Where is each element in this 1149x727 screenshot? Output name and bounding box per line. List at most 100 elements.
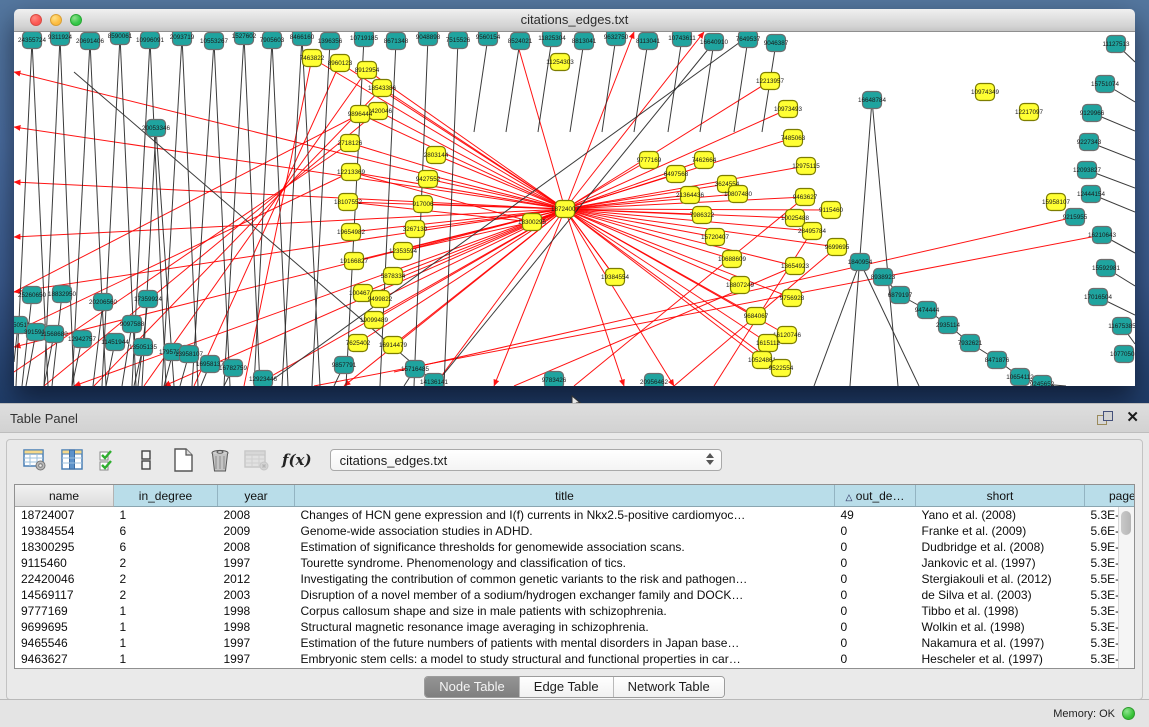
graph-edge[interactable]	[814, 262, 860, 386]
table-cell[interactable]: 2008	[218, 539, 295, 555]
graph-node[interactable]: 2718126	[338, 135, 363, 152]
graph-node[interactable]: 8471876	[985, 352, 1010, 369]
graph-edge[interactable]	[272, 40, 288, 386]
column-header-pagerank[interactable]: pagerank	[1085, 485, 1136, 507]
table-cell[interactable]: 1997	[218, 635, 295, 651]
table-cell[interactable]: Wolkin et al. (1998)	[916, 619, 1085, 635]
delete-table-icon[interactable]	[243, 446, 271, 474]
graph-node[interactable]: 8524021	[508, 33, 533, 50]
table-row[interactable]: 911546021997Tourette syndrome. Phenomeno…	[15, 555, 1135, 571]
table-cell[interactable]: 49	[835, 507, 916, 524]
graph-edge[interactable]	[224, 36, 244, 386]
graph-node[interactable]: 1527602	[232, 32, 257, 45]
graph-node[interactable]: 3267130	[403, 221, 428, 238]
table-cell[interactable]: 2003	[218, 587, 295, 603]
table-cell[interactable]: 1	[114, 619, 218, 635]
table-cell[interactable]: 1998	[218, 619, 295, 635]
table-cell[interactable]: 0	[835, 651, 916, 667]
graph-node[interactable]: 7986322	[690, 207, 715, 224]
tab-edge-table[interactable]: Edge Table	[520, 677, 614, 697]
table-cell[interactable]: 0	[835, 619, 916, 635]
graph-node[interactable]: 9245652	[1030, 376, 1055, 387]
graph-node[interactable]: 8813041	[572, 33, 597, 50]
table-cell[interactable]: Yano et al. (2008)	[916, 507, 1085, 524]
graph-node[interactable]: 7462664	[692, 152, 717, 169]
tab-node-table[interactable]: Node Table	[425, 677, 520, 697]
graph-node[interactable]: 917006	[412, 196, 434, 213]
table-cell[interactable]: 0	[835, 523, 916, 539]
graph-node[interactable]: 9115460	[819, 202, 844, 219]
graph-node[interactable]: 9215955	[1063, 209, 1088, 226]
table-cell[interactable]: 9463627	[15, 651, 114, 667]
graph-node[interactable]: 7463822	[300, 50, 325, 67]
graph-node[interactable]: 19384554	[601, 269, 630, 286]
rows-icon[interactable]	[132, 446, 160, 474]
graph-edge[interactable]	[244, 36, 260, 386]
table-cell[interactable]: 18300295	[15, 539, 114, 555]
graph-node[interactable]: 8671348	[384, 33, 409, 50]
graph-node[interactable]: 16640910	[700, 34, 729, 51]
graph-node[interactable]: 24355724	[18, 32, 47, 49]
table-cell[interactable]: 2008	[218, 507, 295, 524]
graph-node[interactable]: 10743611	[668, 32, 696, 47]
float-panel-icon[interactable]	[1097, 411, 1112, 425]
table-cell[interactable]: 0	[835, 539, 916, 555]
tab-network-table[interactable]: Network Table	[614, 677, 724, 697]
graph-node[interactable]: 17359924	[134, 291, 163, 308]
graph-node[interactable]: 7649537	[736, 32, 761, 48]
graph-node[interactable]: 12213369	[337, 164, 366, 181]
table-cell[interactable]: 0	[835, 555, 916, 571]
graph-node[interactable]: 7932621	[958, 335, 983, 352]
graph-edge[interactable]	[570, 41, 584, 132]
graph-node[interactable]: 1615112	[756, 335, 781, 352]
table-cell[interactable]: Tibbo et al. (1998)	[916, 603, 1085, 619]
table-cell[interactable]: 9777169	[15, 603, 114, 619]
graph-node[interactable]: 9684067	[744, 308, 769, 325]
graph-node[interactable]: 11568689	[40, 326, 68, 343]
graph-node[interactable]: 11825304	[538, 32, 566, 47]
graph-node[interactable]: 7485063	[781, 130, 806, 147]
graph-edge[interactable]	[872, 100, 898, 386]
graph-node[interactable]: 9048898	[416, 32, 441, 46]
table-cell[interactable]: 18724007	[15, 507, 114, 524]
graph-node[interactable]: 5878334	[381, 268, 406, 285]
graph-node[interactable]: 2803144	[424, 147, 449, 164]
graph-node[interactable]: 9129966	[1080, 105, 1105, 122]
table-cell[interactable]: 1997	[218, 651, 295, 667]
close-panel-icon[interactable]: ✕	[1126, 411, 1139, 425]
table-cell[interactable]: 0	[835, 587, 916, 603]
graph-edge[interactable]	[634, 41, 648, 132]
table-cell[interactable]: Embryonic stem cells: a model to study s…	[295, 651, 835, 667]
new-file-icon[interactable]	[169, 446, 197, 474]
graph-node[interactable]: 8938923	[871, 269, 896, 286]
table-selector-dropdown[interactable]: citations_edges.txt	[330, 449, 722, 471]
graph-node[interactable]: 9227343	[1077, 134, 1102, 151]
table-cell[interactable]: 1998	[218, 603, 295, 619]
table-cell[interactable]: 2	[114, 571, 218, 587]
graph-node[interactable]: 9632750	[604, 32, 629, 46]
graph-node[interactable]: 9783426	[542, 372, 567, 387]
table-cell[interactable]: Stergiakouli et al. (2012)	[916, 571, 1085, 587]
graph-node[interactable]: 18107552	[334, 194, 363, 211]
table-cell[interactable]: Estimation of significance thresholds fo…	[295, 539, 835, 555]
graph-node[interactable]: 15958107	[1042, 194, 1071, 211]
table-cell[interactable]: 2	[114, 555, 218, 571]
graph-node[interactable]: 1840954	[848, 254, 873, 271]
table-cell[interactable]: 2	[114, 587, 218, 603]
table-cell[interactable]: Genome-wide association studies in ADHD.	[295, 523, 835, 539]
graph-edge[interactable]	[150, 40, 166, 386]
table-row[interactable]: 1456911722003Disruption of a novel membe…	[15, 587, 1135, 603]
graph-node[interactable]: 11127513	[1102, 36, 1130, 53]
graph-node[interactable]: 1396356	[318, 33, 343, 50]
graph-node[interactable]: 10996091	[136, 32, 165, 49]
graph-node[interactable]: 12975115	[792, 158, 820, 175]
graph-node[interactable]: 7625402	[346, 335, 371, 352]
network-canvas[interactable]: 2435572493119242069140685900611099609120…	[14, 32, 1135, 386]
graph-node[interactable]: 12093827	[1073, 162, 1102, 179]
graph-node[interactable]: 9311924	[48, 32, 73, 46]
graph-edge[interactable]	[538, 38, 552, 132]
graph-edge[interactable]	[302, 37, 320, 386]
table-cell[interactable]: Investigating the contribution of common…	[295, 571, 835, 587]
table-row[interactable]: 2242004622012Investigating the contribut…	[15, 571, 1135, 587]
graph-node[interactable]: 9427552	[416, 171, 441, 188]
